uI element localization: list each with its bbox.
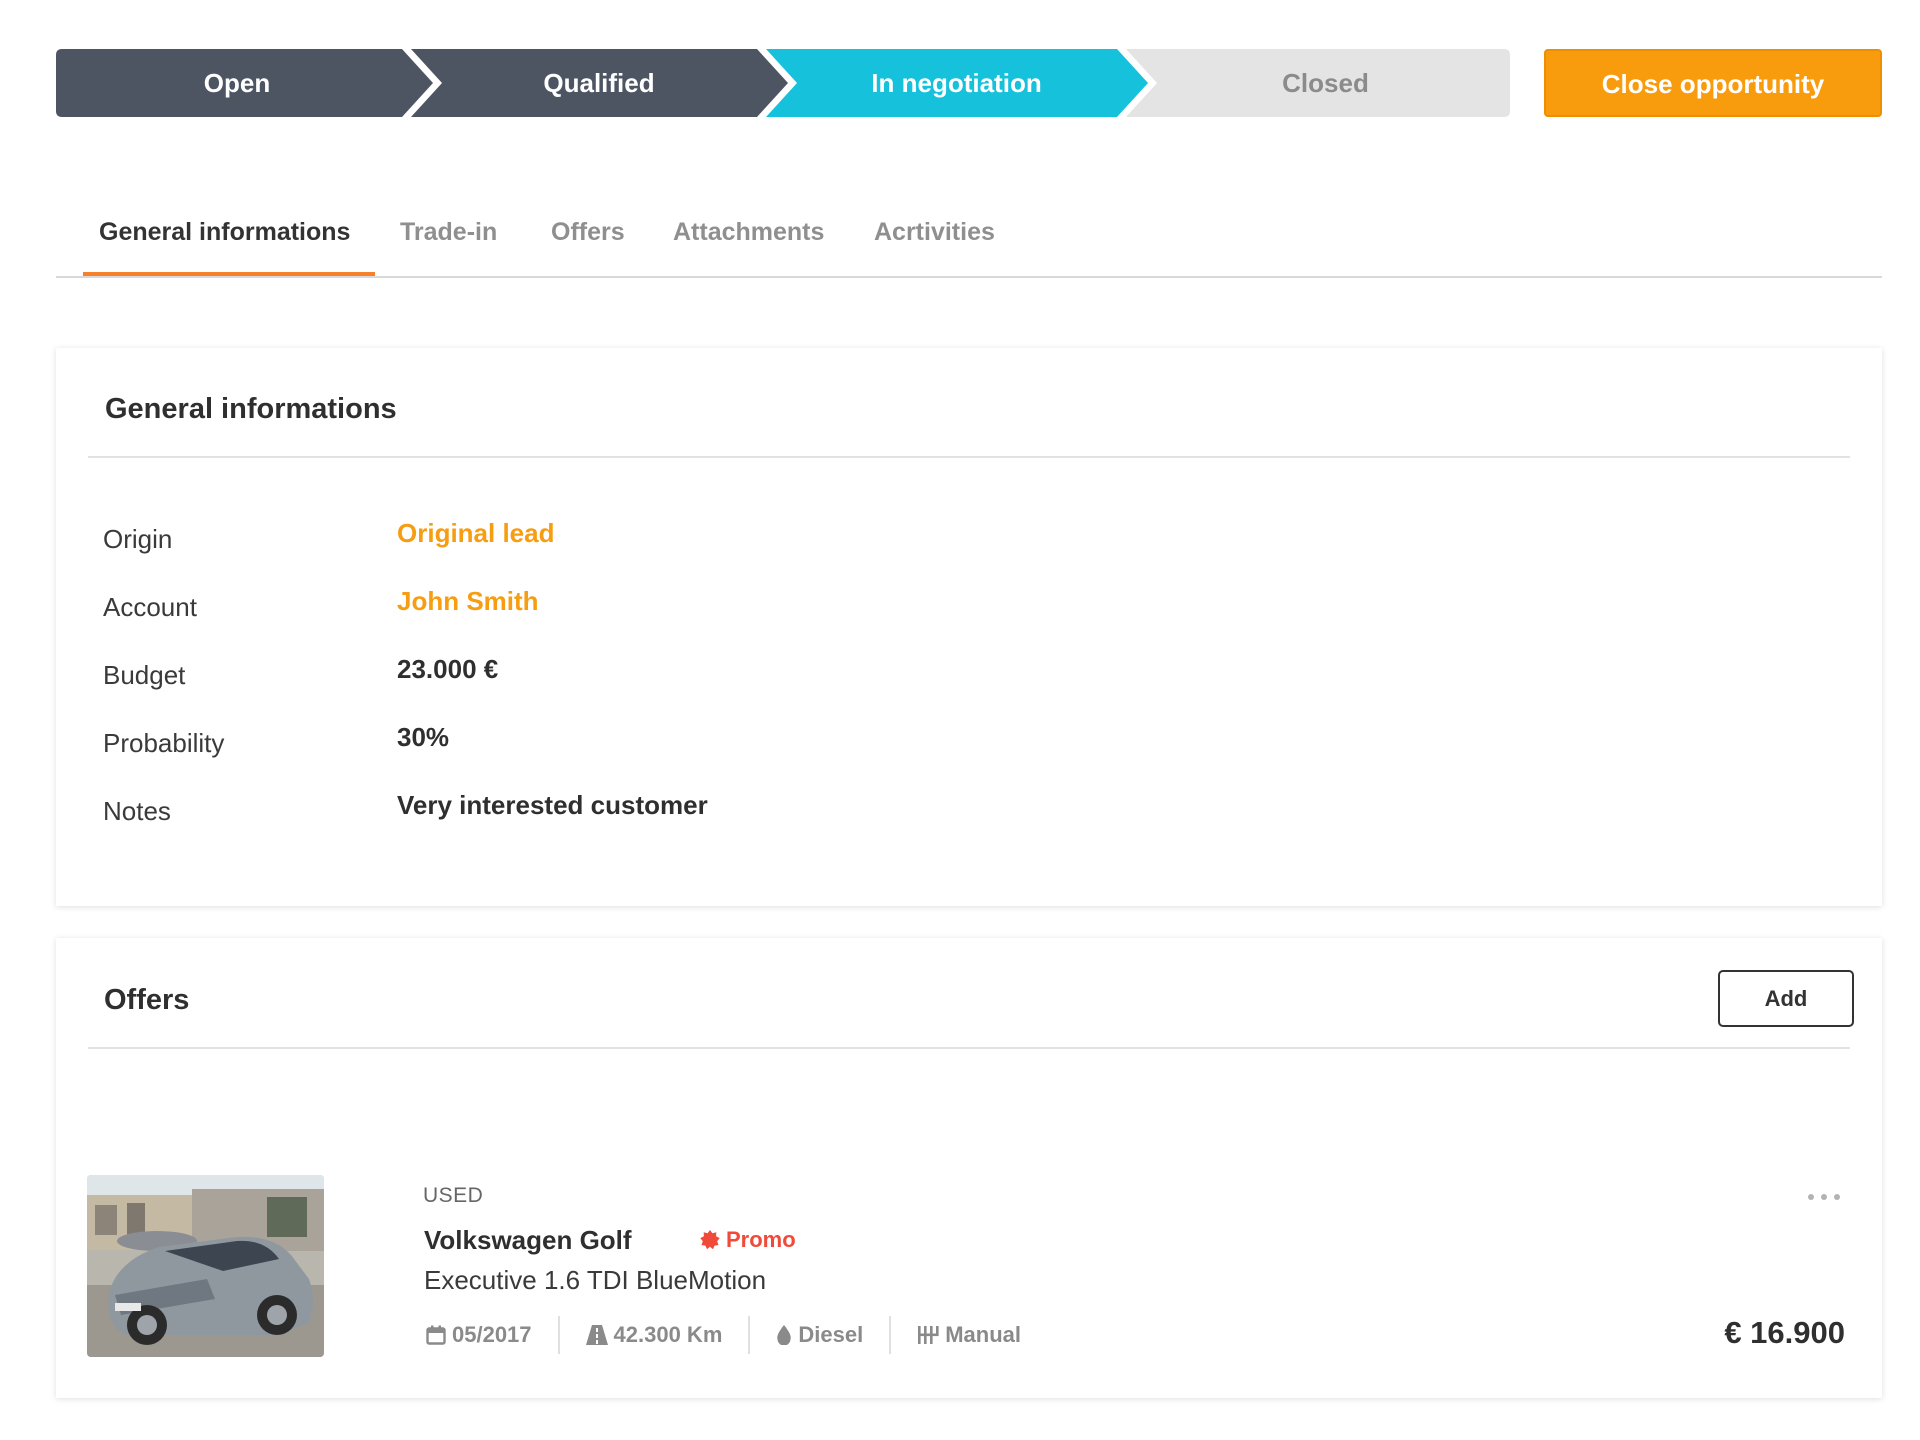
road-icon <box>585 1325 608 1345</box>
budget-label: Budget <box>103 660 186 690</box>
card-divider <box>88 456 1850 458</box>
card-divider <box>88 1047 1850 1049</box>
stage-open[interactable]: Open <box>56 49 418 117</box>
fuel-drop-icon <box>777 1325 792 1345</box>
notes-label: Notes <box>103 796 171 826</box>
tab-offers[interactable]: Offers <box>551 218 625 247</box>
tab-trade-in[interactable]: Trade-in <box>400 218 497 247</box>
tab-bar: General informations Trade-in Offers Att… <box>56 200 1882 278</box>
offers-card: Offers Add USED Volkswagen Golf Promo Ex… <box>56 938 1882 1398</box>
spec-transmission: Manual <box>889 1316 1047 1354</box>
offer-specs: 05/2017 42.300 Km Diesel Manual <box>426 1316 1047 1354</box>
offers-title: Offers <box>104 984 190 1016</box>
tab-attachments[interactable]: Attachments <box>673 218 824 247</box>
origin-label: Origin <box>103 524 173 554</box>
gearbox-icon <box>918 1326 939 1344</box>
offer-price: € 16.900 <box>1724 1315 1845 1350</box>
spec-date-value: 05/2017 <box>452 1322 532 1347</box>
spec-registration-date: 05/2017 <box>426 1316 558 1354</box>
active-tab-indicator <box>83 272 375 276</box>
budget-value: 23.000 € <box>397 654 499 684</box>
stage-closed[interactable]: Closed <box>1141 49 1510 117</box>
tab-activities[interactable]: Acrtivities <box>874 218 995 247</box>
spec-fuel: Diesel <box>748 1316 889 1354</box>
promo-badge: Promo <box>700 1227 796 1253</box>
offer-condition: USED <box>423 1184 484 1207</box>
add-offer-button[interactable]: Add <box>1718 970 1854 1027</box>
spec-mileage: 42.300 Km <box>557 1316 749 1354</box>
close-opportunity-button[interactable]: Close opportunity <box>1544 49 1882 117</box>
calendar-icon <box>426 1325 446 1345</box>
car-photo[interactable] <box>87 1175 324 1357</box>
stage-in-negotiation[interactable]: In negotiation <box>781 49 1132 117</box>
tab-general-informations[interactable]: General informations <box>99 218 350 247</box>
spec-fuel-value: Diesel <box>798 1322 864 1347</box>
probability-label: Probability <box>103 728 225 758</box>
notes-value: Very interested customer <box>397 790 708 820</box>
offer-car-name: Volkswagen Golf <box>424 1225 632 1255</box>
more-dots-icon[interactable] <box>1804 1190 1844 1204</box>
general-informations-title: General informations <box>105 393 397 425</box>
promo-badge-icon <box>700 1230 720 1250</box>
general-informations-card: General informations Origin Original lea… <box>56 348 1882 906</box>
offer-car-variant: Executive 1.6 TDI BlueMotion <box>424 1265 767 1295</box>
spec-mileage-value: 42.300 Km <box>613 1322 723 1347</box>
origin-value-link[interactable]: Original lead <box>397 518 555 549</box>
stage-qualified[interactable]: Qualified <box>426 49 772 117</box>
account-value-link[interactable]: John Smith <box>397 586 539 617</box>
promo-label: Promo <box>726 1227 796 1252</box>
opportunity-pipeline: Open Qualified In negotiation Closed <box>56 49 1510 117</box>
probability-value: 30% <box>397 722 450 752</box>
spec-transmission-value: Manual <box>945 1322 1022 1347</box>
account-label: Account <box>103 592 197 622</box>
